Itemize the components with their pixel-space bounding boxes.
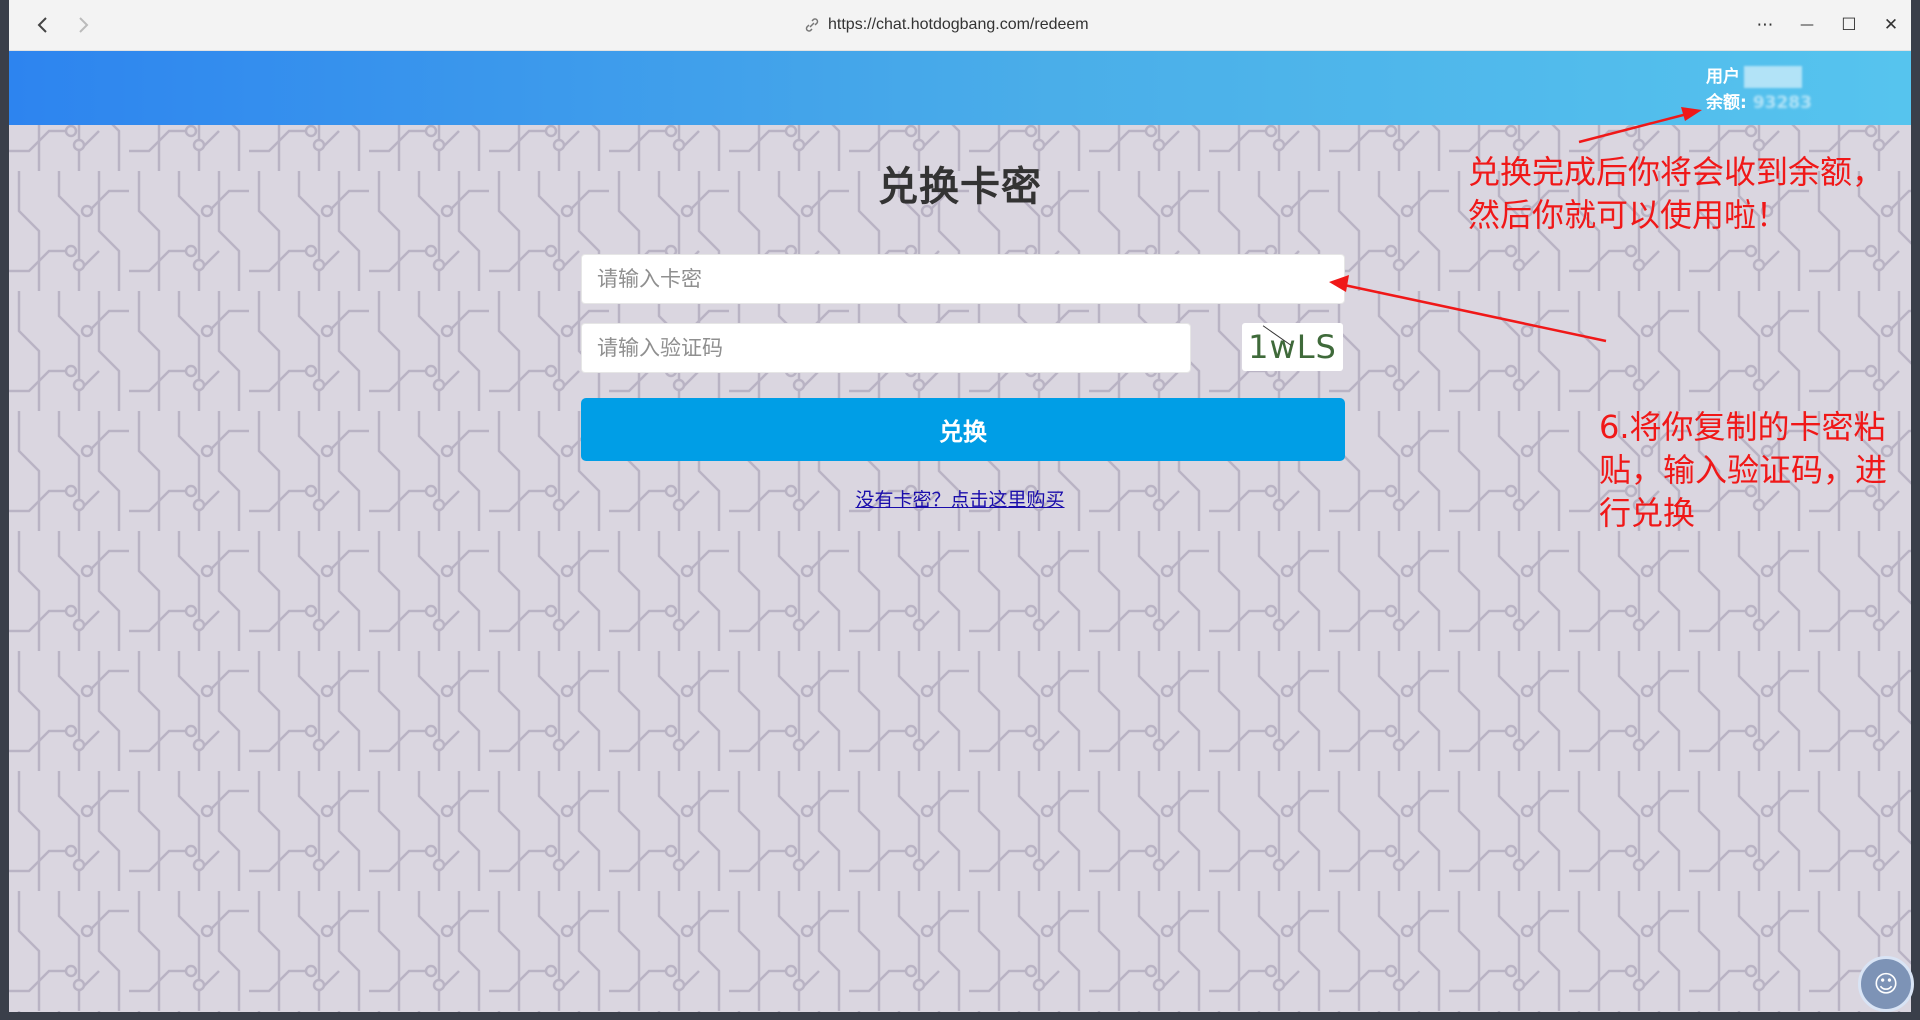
captcha-input[interactable]: [595, 335, 1177, 361]
user-info: 用户 余额: 93283: [1706, 64, 1812, 116]
user-label: 用户: [1706, 67, 1740, 87]
minimize-icon: —: [1800, 17, 1814, 33]
close-window-button[interactable]: ✕: [1877, 12, 1905, 38]
redeem-button[interactable]: 兑换: [581, 398, 1345, 461]
chevron-left-icon: [37, 17, 47, 33]
redeem-page: 用户 余额:93283 兑换卡密 1wLS 兑换 没有卡密？点击这里购买 兑换完…: [9, 51, 1911, 1012]
link-icon: [805, 18, 819, 32]
annotation-steps-line-1: 6.将你复制的卡密粘: [1599, 408, 1886, 446]
browser-titlebar: https://chat.hotdogbang.com/redeem ⋯ — ☐…: [9, 0, 1911, 51]
forward-button[interactable]: [69, 11, 97, 39]
maximize-button[interactable]: ☐: [1835, 12, 1863, 38]
card-code-field[interactable]: [581, 254, 1345, 304]
balance-value: 93283: [1752, 93, 1812, 113]
annotation-steps-line-2: 贴，输入验证码，进: [1599, 451, 1888, 489]
captcha-field[interactable]: [581, 323, 1191, 373]
top-header: 用户 余额: 93283: [9, 51, 1911, 125]
minimize-button[interactable]: —: [1793, 12, 1821, 38]
robot-icon: ☺: [1873, 970, 1899, 998]
assistant-avatar-button[interactable]: ☺: [1858, 956, 1914, 1012]
captcha-image[interactable]: 1wLS: [1242, 323, 1343, 371]
annotation-steps: 6.将你复制的卡密粘 贴，输入验证码，进 行兑换: [1599, 406, 1887, 535]
close-icon: ✕: [1883, 15, 1899, 35]
more-icon: ⋯: [1756, 15, 1774, 35]
card-code-input[interactable]: [595, 266, 1331, 292]
maximize-icon: ☐: [1841, 15, 1857, 35]
buy-card-link-text[interactable]: 没有卡密？点击这里购买: [855, 489, 1064, 511]
chevron-right-icon: [79, 17, 89, 33]
back-button[interactable]: [29, 11, 57, 39]
more-options-button[interactable]: ⋯: [1751, 12, 1779, 38]
annotation-steps-line-3: 行兑换: [1599, 494, 1696, 532]
user-name-redacted: [1744, 66, 1802, 88]
balance-label: 余额:: [1706, 93, 1747, 113]
url-text[interactable]: https://chat.hotdogbang.com/redeem: [828, 16, 1089, 34]
browser-window: https://chat.hotdogbang.com/redeem ⋯ — ☐…: [9, 0, 1911, 1012]
annotation-balance-line-2: 然后你就可以使用啦！: [1468, 196, 1789, 234]
captcha-text: 1wLS: [1248, 328, 1337, 366]
annotation-balance-line-1: 兑换完成后你将会收到余额，: [1468, 153, 1885, 191]
address-bar[interactable]: https://chat.hotdogbang.com/redeem: [804, 14, 1089, 36]
annotation-balance: 兑换完成后你将会收到余额， 然后你就可以使用啦！: [1468, 151, 1884, 237]
